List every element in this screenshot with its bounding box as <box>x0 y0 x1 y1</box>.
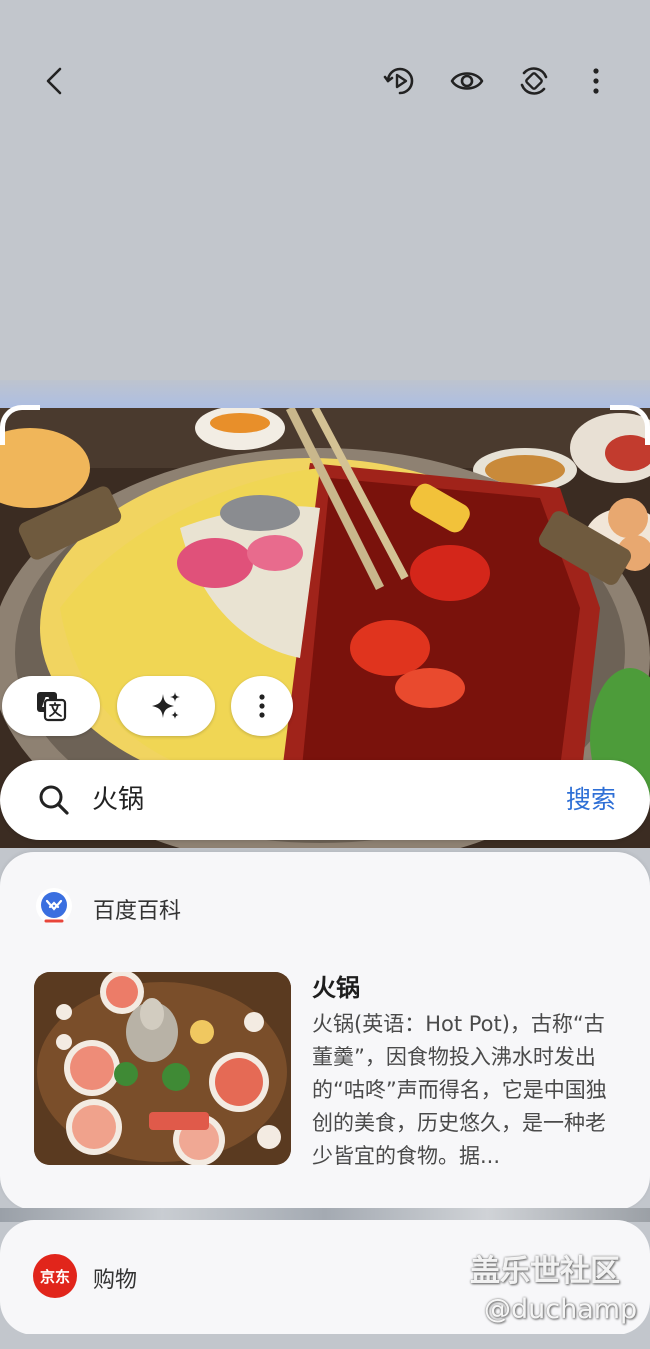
result-title[interactable]: 火锅 <box>312 968 360 1003</box>
top-toolbar <box>0 0 650 165</box>
sparkle-ai-icon <box>152 692 180 719</box>
crop-corner-top-right[interactable] <box>610 405 650 445</box>
result-description: 火锅(英语：Hot Pot)，古称“古董羹”，因食物投入沸水时发出的“咕咚”声而… <box>312 1012 607 1168</box>
motion-photo-icon <box>383 67 414 95</box>
image-more-button[interactable] <box>231 676 293 736</box>
rotate-icon <box>520 67 548 95</box>
view-button[interactable] <box>443 57 491 105</box>
baidu-baike-logo-icon <box>36 888 72 924</box>
search-button[interactable]: 搜索 <box>566 782 616 818</box>
shopping-label: 购物 <box>93 1268 138 1293</box>
watermark-user: @duchamp <box>484 1294 638 1325</box>
search-input[interactable]: 火锅 <box>92 782 144 818</box>
search-icon <box>39 785 69 815</box>
result-thumbnail[interactable] <box>34 972 291 1165</box>
more-vertical-icon <box>593 68 599 94</box>
more-options-button[interactable] <box>572 57 620 105</box>
crop-corner-top-left[interactable] <box>0 405 40 445</box>
result-source: 百度百科 <box>93 899 182 924</box>
search-bar[interactable]: 火锅 搜索 <box>0 760 650 840</box>
watermark-community: 盖乐世社区 <box>470 1254 620 1289</box>
bottom-edge <box>0 1334 650 1349</box>
rotate-button[interactable] <box>510 57 558 105</box>
eye-icon <box>450 72 484 90</box>
translate-icon: A <box>37 692 67 722</box>
more-vertical-icon <box>259 694 265 718</box>
selection-glow <box>0 380 650 410</box>
hotpot-thumbnail-image <box>34 972 291 1165</box>
back-button[interactable] <box>32 57 80 105</box>
chevron-left-icon <box>46 67 62 95</box>
ai-assist-button[interactable] <box>117 676 215 736</box>
jd-logo-icon: 京东 <box>33 1254 77 1298</box>
motion-photo-button[interactable] <box>376 57 424 105</box>
translate-button[interactable]: A <box>2 676 100 736</box>
